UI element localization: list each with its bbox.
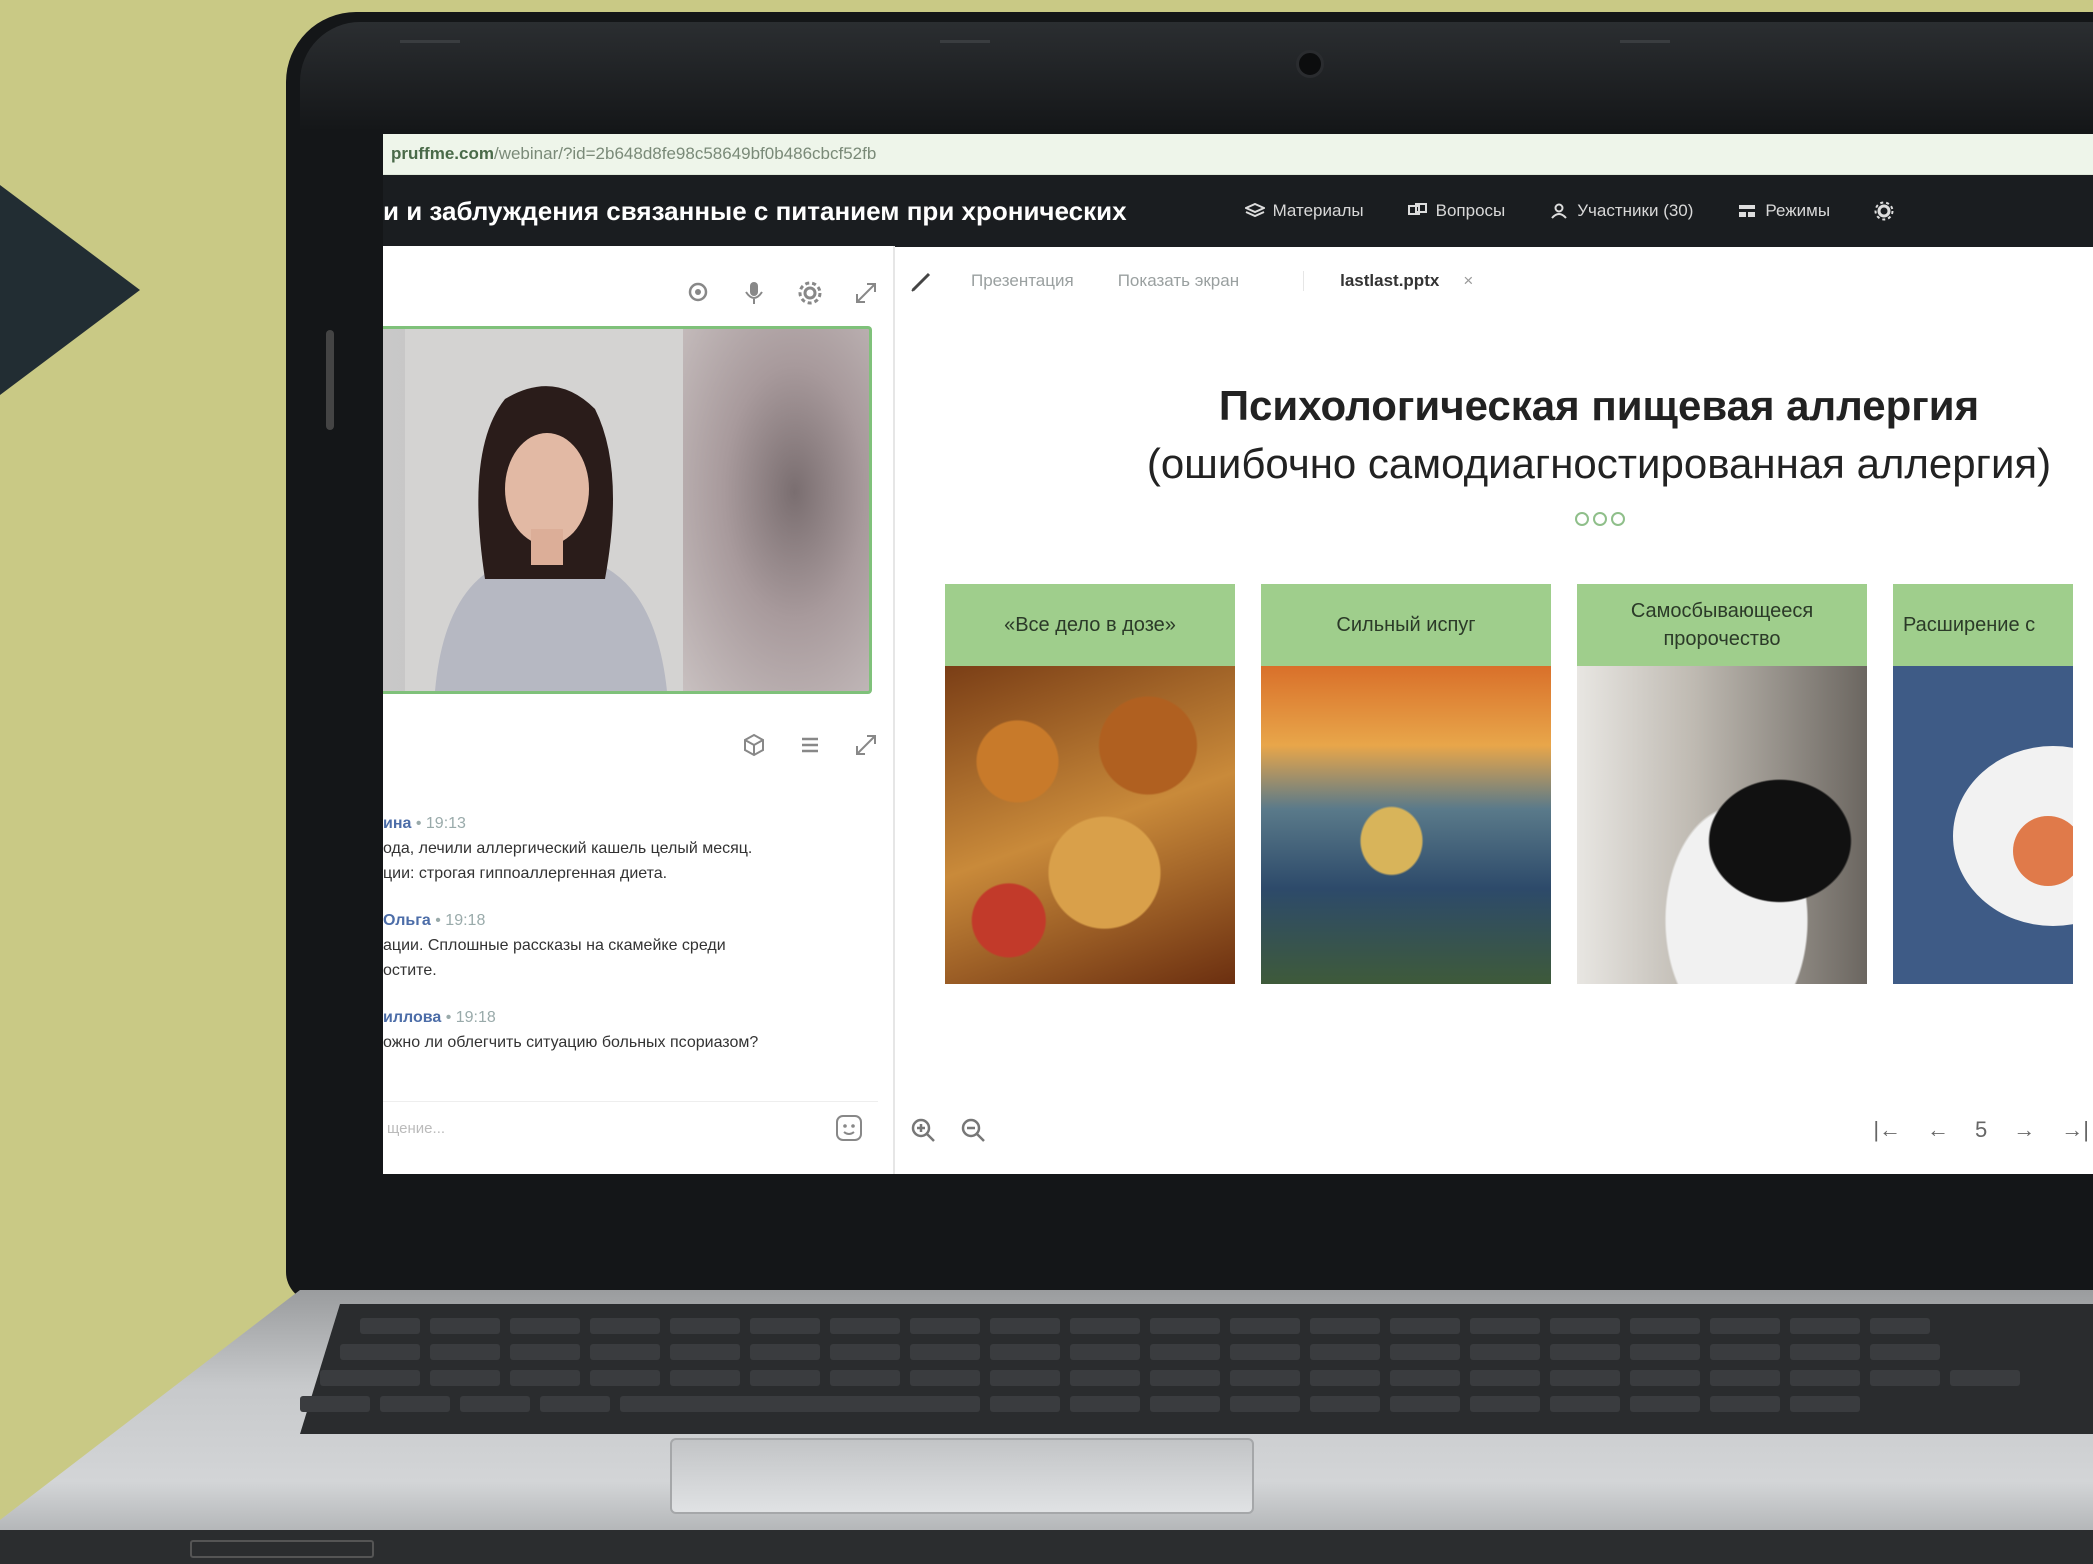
nav-questions-label: Вопросы: [1435, 201, 1506, 220]
slide-card: Сильный испуг: [1261, 584, 1551, 984]
current-page: 5: [1975, 1117, 1988, 1142]
chat-input-placeholder: щение...: [387, 1119, 446, 1137]
microphone-icon[interactable]: [741, 280, 767, 306]
slide-dots: [1575, 512, 1625, 526]
user-icon: [1551, 203, 1568, 219]
message-line: ожно ли облегчить ситуацию больных псори…: [383, 1034, 759, 1051]
menu-icon[interactable]: [797, 732, 823, 758]
nav-materials-label: Материалы: [1272, 201, 1364, 220]
laptop-lid-sheen: [300, 22, 2093, 132]
expand-icon[interactable]: [853, 732, 879, 758]
speaker-video[interactable]: [383, 326, 872, 694]
laptop-hinge: [326, 330, 334, 430]
chat-input[interactable]: щение...: [383, 1101, 878, 1154]
chat-messages: ина • 19:13 ода, лечили аллергический ка…: [383, 811, 883, 1077]
webinar-header: и и заблуждения связанные с питанием при…: [383, 175, 2093, 247]
nav-participants[interactable]: Участники (30): [1549, 201, 1693, 221]
dot-icon: [1575, 512, 1589, 526]
message-line: ции: строгая гиппоаллергенная диета.: [383, 865, 668, 882]
card-label: «Все дело в дозе»: [945, 584, 1235, 666]
message-line: ации. Сплошные рассказы на скамейке сред…: [383, 937, 726, 954]
fast-food-image: [945, 666, 1235, 984]
nav-participants-label: Участники (30): [1577, 201, 1694, 220]
presentation-panel: Презентация Показать экран lastlast.pptx…: [895, 246, 2093, 1174]
key-row: [340, 1344, 1940, 1360]
questions-icon: [1407, 203, 1427, 215]
address-bar[interactable]: pruffme.com/webinar/?id=2b648d8fe98c5864…: [383, 134, 2093, 175]
last-slide-button[interactable]: →|: [2061, 1117, 2089, 1143]
slide-pager: |← ← 5 → →|: [1873, 1117, 2089, 1143]
message-author: Ольга: [383, 912, 431, 929]
card-label: Самосбывающееся пророчество: [1577, 584, 1867, 666]
presentation-tabs: Презентация Показать экран lastlast.pptx…: [909, 268, 1473, 294]
scream-painting-image: [1261, 666, 1551, 984]
webinar-title: и и заблуждения связанные с питанием при…: [383, 195, 1127, 226]
indicator-light: [190, 1540, 374, 1558]
slide-title: Психологическая пищевая аллергия: [1218, 382, 1980, 429]
layers-icon: [1244, 203, 1265, 218]
bezel-mark: [940, 40, 990, 43]
chat-controls: [741, 732, 879, 758]
tab-presentation[interactable]: Презентация: [971, 271, 1074, 291]
message-author: ина: [383, 815, 412, 832]
next-slide-button[interactable]: →: [2013, 1117, 2035, 1143]
bezel-mark: [1620, 40, 1670, 43]
card-label: Расширение с: [1893, 584, 2073, 666]
key-row: [360, 1318, 1930, 1334]
chat-message: иллова • 19:18 ожно ли облегчить ситуаци…: [383, 1005, 883, 1055]
bezel-mark: [400, 40, 460, 43]
message-time: • 19:18: [435, 912, 486, 929]
nav-modes[interactable]: Режимы: [1737, 201, 1830, 221]
tab-share-screen[interactable]: Показать экран: [1118, 271, 1239, 291]
chat-message: Ольга • 19:18 ации. Сплошные рассказы на…: [383, 908, 883, 983]
slide-card: Самосбывающееся пророчество: [1577, 584, 1867, 984]
speaker-figure: [435, 386, 667, 691]
slide-card: «Все дело в дозе»: [945, 584, 1235, 984]
touchpad: [670, 1438, 1254, 1514]
chat-message: ина • 19:13 ода, лечили аллергический ка…: [383, 811, 883, 886]
slide-cards: «Все дело в дозе» Сильный испуг Самосбыв…: [945, 584, 2073, 984]
camera-toggle-icon[interactable]: [685, 280, 711, 306]
dot-icon: [1611, 512, 1625, 526]
key-row: [300, 1396, 1860, 1412]
video-controls: [685, 280, 879, 306]
zoom-in-icon[interactable]: [909, 1116, 937, 1144]
slide-subtitle: (ошибочно самодиагностированная аллергия…: [1146, 440, 2052, 487]
slide-footer: |← ← 5 → →|: [909, 1116, 2093, 1144]
tab-file[interactable]: lastlast.pptx: [1303, 271, 1439, 291]
url-path: /webinar/?id=2b648d8fe98c58649bf0b486cbc…: [493, 144, 877, 163]
blurred-area: [683, 329, 869, 691]
expand-icon[interactable]: [853, 280, 879, 306]
cube-icon[interactable]: [741, 732, 767, 758]
url-host: pruffme.com: [391, 144, 494, 163]
dot-icon: [1593, 512, 1607, 526]
message-time: • 19:13: [415, 815, 466, 832]
header-nav: Материалы Вопросы Участники (30) Режимы: [1244, 201, 1894, 221]
emoji-icon[interactable]: [834, 1113, 864, 1143]
nav-materials[interactable]: Материалы: [1244, 201, 1364, 221]
card-label: Сильный испуг: [1261, 584, 1551, 666]
message-line: остите.: [383, 962, 437, 979]
slide-card: Расширение с: [1893, 584, 2073, 984]
nav-questions[interactable]: Вопросы: [1407, 201, 1506, 221]
zoom-out-icon[interactable]: [959, 1116, 987, 1144]
key-row: [320, 1370, 2020, 1386]
message-author: иллова: [383, 1009, 442, 1026]
webcam-icon: [1296, 50, 1324, 78]
message-time: • 19:18: [445, 1009, 496, 1026]
nav-modes-label: Режимы: [1765, 201, 1831, 220]
gear-icon[interactable]: [797, 280, 823, 306]
message-line: ода, лечили аллергический кашель целый м…: [383, 840, 753, 857]
settings-gear-icon[interactable]: [1874, 201, 1894, 221]
prev-slide-button[interactable]: ←: [1927, 1117, 1949, 1143]
close-file-icon[interactable]: ×: [1463, 271, 1473, 291]
first-slide-button[interactable]: |←: [1873, 1117, 1901, 1143]
cat-image: [1577, 666, 1867, 984]
pen-icon[interactable]: [909, 268, 935, 294]
head-medal-image: [1893, 666, 2073, 984]
screen: pruffme.com/webinar/?id=2b648d8fe98c5864…: [383, 134, 2093, 1174]
modes-icon: [1739, 205, 1756, 217]
decorative-chevron: [0, 140, 140, 440]
left-panel: ина • 19:13 ода, лечили аллергический ка…: [383, 246, 895, 1174]
